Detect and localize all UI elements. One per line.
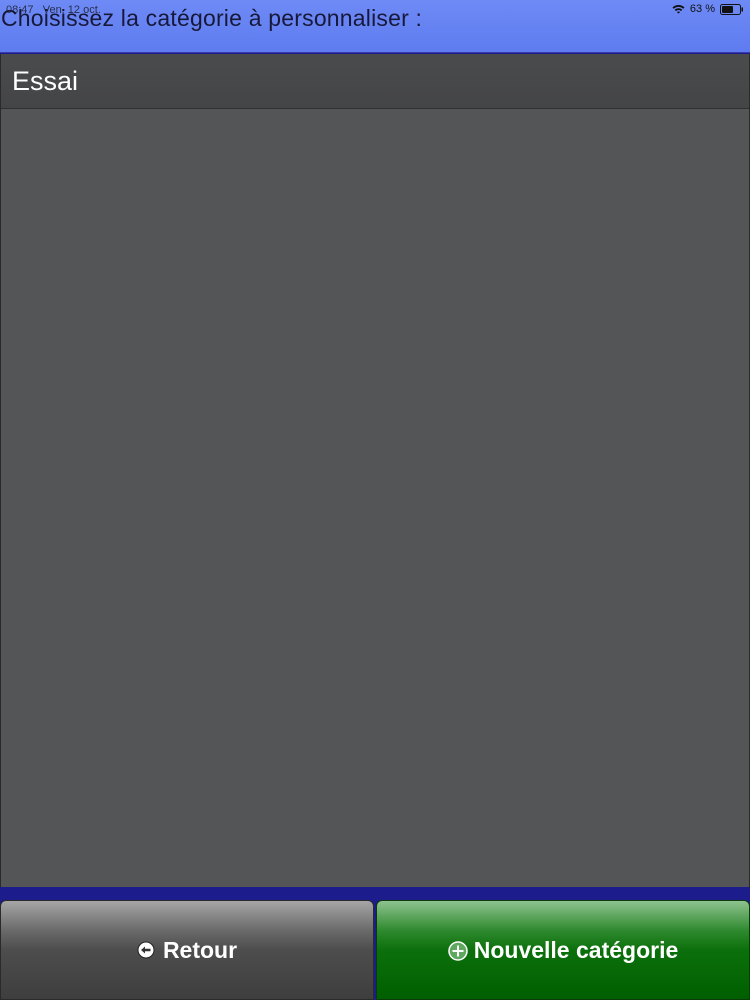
wifi-icon — [672, 4, 685, 14]
status-indicators: 63 % — [672, 3, 744, 15]
battery-percentage: 63 % — [689, 3, 715, 15]
status-date: Ven. 12 oct. — [42, 4, 101, 16]
list-item-label: Essai — [12, 66, 79, 96]
plus-circle-icon — [447, 941, 468, 961]
back-arrow-icon — [137, 941, 155, 959]
header-bar: Choisissez la catégorie à personnaliser … — [0, 0, 750, 53]
status-bar: 08:47 Ven. 12 oct. 63 % — [0, 0, 750, 20]
battery-icon — [720, 3, 744, 15]
status-datetime: 08:47 Ven. 12 oct. — [6, 4, 101, 16]
app-screen: Choisissez la catégorie à personnaliser … — [0, 0, 750, 1000]
status-time: 08:47 — [6, 4, 34, 16]
new-category-button-label: Nouvelle catégorie — [473, 936, 679, 963]
back-button[interactable]: Retour — [0, 900, 374, 1000]
new-category-button[interactable]: Nouvelle catégorie — [376, 900, 750, 1000]
back-button-label: Retour — [162, 936, 238, 963]
list-item-essai[interactable]: Essai — [1, 54, 749, 109]
category-list: Essai — [0, 54, 750, 887]
